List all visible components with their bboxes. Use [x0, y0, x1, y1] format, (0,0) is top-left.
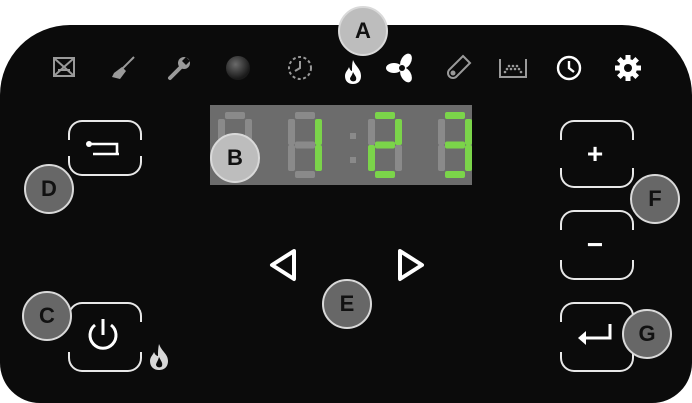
digit-2-segment-d	[295, 171, 315, 178]
digit-3-segment-d	[375, 171, 395, 178]
arrow-right-icon[interactable]	[396, 248, 426, 287]
digit-3-segment-f	[368, 119, 375, 145]
digit-2-segment-g	[295, 141, 315, 149]
digit-2-segment-b	[315, 119, 322, 145]
power-icon	[83, 315, 123, 360]
digit-4-segment-f	[438, 119, 445, 145]
digit-4-segment-e	[438, 145, 445, 171]
thermometer-icon[interactable]	[443, 53, 473, 83]
indicator-light	[224, 54, 252, 82]
callout-b: B	[210, 133, 260, 183]
service-wrench-icon[interactable]	[166, 55, 192, 81]
colon-dot-2	[350, 157, 356, 163]
arrow-left-icon[interactable]	[268, 248, 298, 287]
digit-3-segment-e	[368, 145, 375, 171]
digit-3-segment-c	[395, 145, 402, 171]
settings-gear-icon[interactable]	[613, 53, 643, 83]
digit-3-segment-a	[375, 112, 395, 119]
callout-e: E	[322, 279, 372, 329]
clean-icon[interactable]	[110, 55, 136, 81]
fan-icon[interactable]	[386, 52, 418, 84]
digit-3-segment-g	[375, 141, 395, 149]
digit-3-segment-b	[395, 119, 402, 145]
callout-f: F	[630, 174, 680, 224]
digit-2-segment-f	[288, 119, 295, 145]
callout-a: A	[338, 6, 388, 56]
digit-4-segment-a	[445, 112, 465, 119]
digit-2-segment-c	[315, 145, 322, 171]
callout-d: D	[24, 164, 74, 214]
colon-dot-1	[350, 133, 356, 139]
power-button[interactable]	[68, 302, 142, 372]
digit-4-segment-d	[445, 171, 465, 178]
back-icon	[83, 134, 123, 163]
digit-4-segment-c	[465, 145, 472, 171]
digit-2-segment-a	[295, 112, 315, 119]
minus-label: −	[586, 229, 604, 260]
plus-label: +	[586, 138, 604, 169]
clock-icon[interactable]	[555, 54, 583, 82]
plus-button[interactable]: +	[560, 120, 634, 188]
digit-4-segment-b	[465, 119, 472, 145]
flame-icon[interactable]	[340, 58, 366, 86]
digit-1-segment-a	[225, 112, 245, 119]
timer-icon[interactable]	[285, 53, 315, 83]
callout-g: G	[622, 309, 672, 359]
power-flame-icon	[146, 342, 172, 372]
minus-button[interactable]: −	[560, 210, 634, 280]
enter-button[interactable]	[560, 302, 634, 372]
callout-c: C	[22, 291, 72, 341]
defrost-icon[interactable]	[52, 55, 76, 79]
digit-2-segment-e	[288, 145, 295, 171]
back-button[interactable]	[68, 120, 142, 176]
digit-4-segment-g	[445, 141, 465, 149]
tray-icon[interactable]	[498, 55, 528, 81]
enter-icon	[574, 322, 616, 353]
